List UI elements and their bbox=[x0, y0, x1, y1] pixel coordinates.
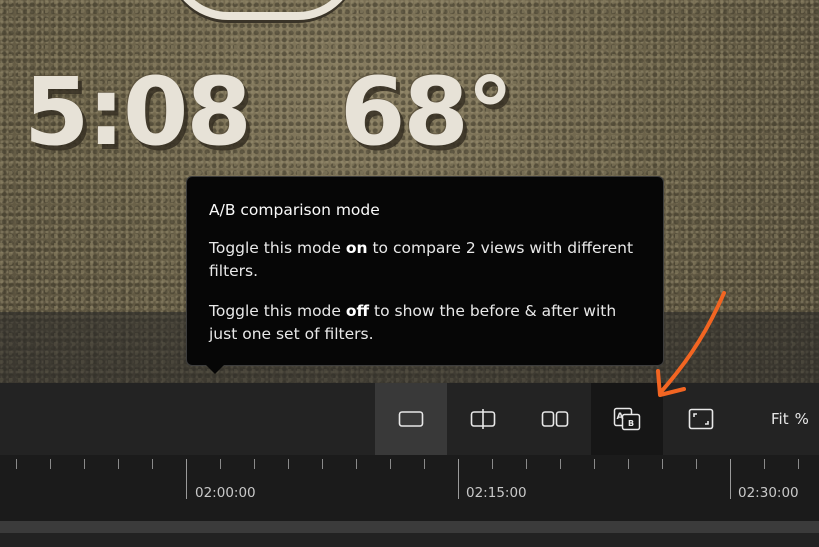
zoom-unit: % bbox=[794, 410, 809, 428]
timeline-major-tick bbox=[730, 459, 731, 499]
timeline[interactable]: 02:00:00 02:15:00 02:30:00 bbox=[0, 455, 819, 547]
svg-text:B: B bbox=[628, 419, 634, 428]
tooltip-paragraph-off: Toggle this mode off to show the before … bbox=[209, 300, 641, 346]
tooltip-text: Toggle this mode bbox=[209, 302, 346, 320]
annotation-arrow bbox=[656, 291, 726, 397]
tooltip-title: A/B comparison mode bbox=[209, 201, 380, 219]
tooltip-bold-on: on bbox=[345, 239, 368, 257]
timeline-tick bbox=[50, 459, 51, 469]
single-view-button[interactable] bbox=[375, 383, 447, 455]
timeline-tick bbox=[254, 459, 255, 469]
timeline-tick bbox=[424, 459, 425, 469]
timeline-tick bbox=[594, 459, 595, 469]
single-view-icon bbox=[398, 411, 424, 427]
timeline-tick bbox=[628, 459, 629, 469]
timeline-tick bbox=[696, 459, 697, 469]
timeline-label: 02:15:00 bbox=[466, 485, 527, 501]
zoom-label: Fit bbox=[771, 410, 789, 428]
timeline-label: 02:00:00 bbox=[195, 485, 256, 501]
timeline-major-tick bbox=[458, 459, 459, 499]
timeline-tick bbox=[390, 459, 391, 469]
tooltip-caret bbox=[206, 365, 224, 374]
timeline-tick bbox=[526, 459, 527, 469]
timeline-tick bbox=[288, 459, 289, 469]
side-by-side-button[interactable] bbox=[519, 383, 591, 455]
split-view-button[interactable] bbox=[447, 383, 519, 455]
timeline-tick bbox=[356, 459, 357, 469]
timeline-track-secondary bbox=[0, 533, 819, 547]
timeline-tick bbox=[220, 459, 221, 469]
tooltip-text: Toggle this mode bbox=[209, 239, 346, 257]
tooltip-paragraph-on: Toggle this mode on to compare 2 views w… bbox=[209, 237, 641, 283]
timeline-major-tick bbox=[186, 459, 187, 499]
split-view-icon bbox=[470, 409, 496, 429]
side-by-side-icon bbox=[541, 411, 569, 427]
ab-mode-tooltip: A/B comparison mode Toggle this mode on … bbox=[186, 176, 664, 366]
timeline-track[interactable] bbox=[0, 521, 819, 533]
timeline-tick bbox=[322, 459, 323, 469]
overlay-temperature: 68° bbox=[340, 58, 514, 167]
timeline-label: 02:30:00 bbox=[738, 485, 799, 501]
timeline-tick bbox=[492, 459, 493, 469]
timeline-tick bbox=[152, 459, 153, 469]
svg-text:A: A bbox=[617, 412, 624, 422]
ab-compare-icon: A B bbox=[613, 407, 641, 431]
timeline-tick bbox=[662, 459, 663, 469]
timeline-tick bbox=[118, 459, 119, 469]
timeline-tick bbox=[16, 459, 17, 469]
clock-bezel bbox=[168, 0, 358, 20]
timeline-tick bbox=[764, 459, 765, 469]
timeline-tick bbox=[84, 459, 85, 469]
timeline-tick bbox=[560, 459, 561, 469]
tooltip-bold-off: off bbox=[345, 302, 370, 320]
fit-frame-icon bbox=[688, 408, 714, 430]
zoom-control[interactable]: Fit % bbox=[760, 383, 819, 455]
timeline-tick bbox=[798, 459, 799, 469]
overlay-time: 5:08 bbox=[24, 58, 252, 167]
